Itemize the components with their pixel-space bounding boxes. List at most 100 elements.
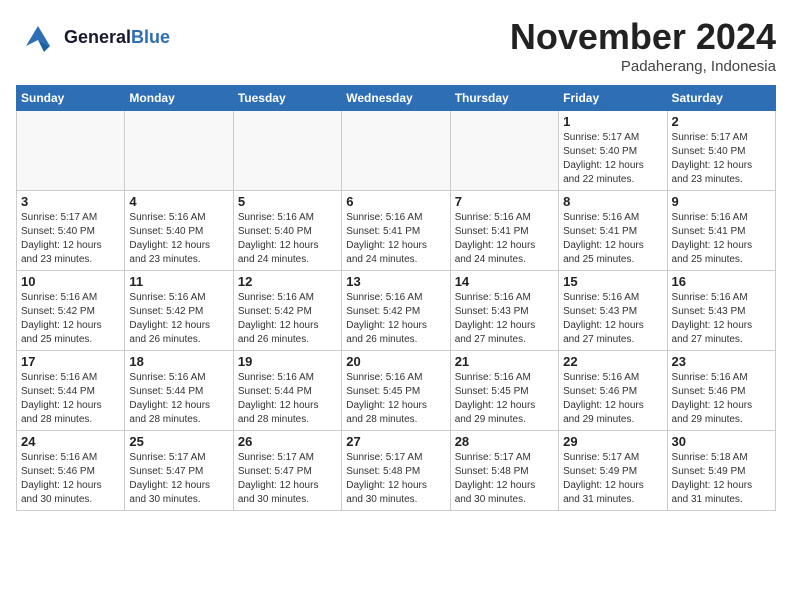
calendar-table: SundayMondayTuesdayWednesdayThursdayFrid… (16, 85, 776, 511)
day-of-week-header: Tuesday (233, 86, 341, 111)
day-number: 30 (672, 434, 771, 449)
day-number: 2 (672, 114, 771, 129)
day-number: 6 (346, 194, 445, 209)
calendar-cell: 7 Sunrise: 5:16 AM Sunset: 5:41 PM Daylig… (450, 191, 558, 271)
calendar-cell: 12 Sunrise: 5:16 AM Sunset: 5:42 PM Dayli… (233, 271, 341, 351)
calendar-cell: 15 Sunrise: 5:16 AM Sunset: 5:43 PM Dayli… (559, 271, 667, 351)
day-number: 1 (563, 114, 662, 129)
day-info: Sunrise: 5:16 AM Sunset: 5:44 PM Dayligh… (129, 371, 228, 427)
day-number: 29 (563, 434, 662, 449)
day-info: Sunrise: 5:17 AM Sunset: 5:47 PM Dayligh… (238, 451, 337, 507)
day-number: 10 (21, 274, 120, 289)
day-info: Sunrise: 5:16 AM Sunset: 5:45 PM Dayligh… (346, 371, 445, 427)
calendar-cell (233, 111, 341, 191)
logo: GeneralBlue (16, 16, 170, 60)
month-title: November 2024 (510, 16, 776, 58)
calendar-cell: 18 Sunrise: 5:16 AM Sunset: 5:44 PM Dayli… (125, 351, 233, 431)
day-number: 17 (21, 354, 120, 369)
day-number: 19 (238, 354, 337, 369)
day-info: Sunrise: 5:16 AM Sunset: 5:43 PM Dayligh… (563, 291, 662, 347)
day-info: Sunrise: 5:16 AM Sunset: 5:44 PM Dayligh… (21, 371, 120, 427)
day-info: Sunrise: 5:16 AM Sunset: 5:43 PM Dayligh… (455, 291, 554, 347)
day-number: 13 (346, 274, 445, 289)
calendar-cell: 2 Sunrise: 5:17 AM Sunset: 5:40 PM Daylig… (667, 111, 775, 191)
calendar-cell: 25 Sunrise: 5:17 AM Sunset: 5:47 PM Dayli… (125, 431, 233, 511)
day-number: 20 (346, 354, 445, 369)
calendar-cell: 10 Sunrise: 5:16 AM Sunset: 5:42 PM Dayli… (17, 271, 125, 351)
day-info: Sunrise: 5:17 AM Sunset: 5:48 PM Dayligh… (455, 451, 554, 507)
day-number: 14 (455, 274, 554, 289)
day-info: Sunrise: 5:16 AM Sunset: 5:45 PM Dayligh… (455, 371, 554, 427)
calendar-week-row: 1 Sunrise: 5:17 AM Sunset: 5:40 PM Daylig… (17, 111, 776, 191)
calendar-cell: 27 Sunrise: 5:17 AM Sunset: 5:48 PM Dayli… (342, 431, 450, 511)
logo-blue-text: Blue (131, 27, 170, 47)
day-info: Sunrise: 5:16 AM Sunset: 5:41 PM Dayligh… (672, 211, 771, 267)
logo-general: General (64, 27, 131, 47)
day-of-week-header: Sunday (17, 86, 125, 111)
location: Padaherang, Indonesia (510, 58, 776, 75)
calendar-cell: 14 Sunrise: 5:16 AM Sunset: 5:43 PM Dayli… (450, 271, 558, 351)
day-info: Sunrise: 5:17 AM Sunset: 5:40 PM Dayligh… (672, 131, 771, 187)
day-number: 25 (129, 434, 228, 449)
day-info: Sunrise: 5:17 AM Sunset: 5:49 PM Dayligh… (563, 451, 662, 507)
calendar-week-row: 10 Sunrise: 5:16 AM Sunset: 5:42 PM Dayli… (17, 271, 776, 351)
day-info: Sunrise: 5:16 AM Sunset: 5:42 PM Dayligh… (238, 291, 337, 347)
day-of-week-header: Monday (125, 86, 233, 111)
logo-icon (16, 16, 60, 60)
calendar-cell: 6 Sunrise: 5:16 AM Sunset: 5:41 PM Daylig… (342, 191, 450, 271)
day-of-week-header: Friday (559, 86, 667, 111)
calendar-cell: 16Sunrise: 5:16 AM Sunset: 5:43 PM Dayli… (667, 271, 775, 351)
calendar-week-row: 24 Sunrise: 5:16 AM Sunset: 5:46 PM Dayli… (17, 431, 776, 511)
calendar-cell: 5 Sunrise: 5:16 AM Sunset: 5:40 PM Daylig… (233, 191, 341, 271)
calendar-cell (342, 111, 450, 191)
calendar-cell: 24 Sunrise: 5:16 AM Sunset: 5:46 PM Dayli… (17, 431, 125, 511)
day-info: Sunrise: 5:17 AM Sunset: 5:40 PM Dayligh… (563, 131, 662, 187)
day-info: Sunrise: 5:16 AM Sunset: 5:40 PM Dayligh… (238, 211, 337, 267)
day-number: 24 (21, 434, 120, 449)
day-number: 18 (129, 354, 228, 369)
day-number: 21 (455, 354, 554, 369)
calendar-cell (450, 111, 558, 191)
day-number: 22 (563, 354, 662, 369)
day-info: Sunrise: 5:16 AM Sunset: 5:41 PM Dayligh… (455, 211, 554, 267)
day-of-week-header: Thursday (450, 86, 558, 111)
calendar-cell: 1 Sunrise: 5:17 AM Sunset: 5:40 PM Daylig… (559, 111, 667, 191)
day-of-week-header: Saturday (667, 86, 775, 111)
calendar-cell: 21 Sunrise: 5:16 AM Sunset: 5:45 PM Dayli… (450, 351, 558, 431)
day-info: Sunrise: 5:18 AM Sunset: 5:49 PM Dayligh… (672, 451, 771, 507)
day-info: Sunrise: 5:16 AM Sunset: 5:41 PM Dayligh… (346, 211, 445, 267)
day-info: Sunrise: 5:16 AM Sunset: 5:42 PM Dayligh… (129, 291, 228, 347)
day-number: 23 (672, 354, 771, 369)
day-info: Sunrise: 5:16 AM Sunset: 5:42 PM Dayligh… (21, 291, 120, 347)
calendar-cell (17, 111, 125, 191)
day-number: 9 (672, 194, 771, 209)
calendar-cell: 13 Sunrise: 5:16 AM Sunset: 5:42 PM Dayli… (342, 271, 450, 351)
calendar-cell: 19 Sunrise: 5:16 AM Sunset: 5:44 PM Dayli… (233, 351, 341, 431)
day-info: Sunrise: 5:16 AM Sunset: 5:42 PM Dayligh… (346, 291, 445, 347)
day-info: Sunrise: 5:17 AM Sunset: 5:47 PM Dayligh… (129, 451, 228, 507)
calendar-cell: 8Sunrise: 5:16 AM Sunset: 5:41 PM Daylig… (559, 191, 667, 271)
calendar-cell: 23 Sunrise: 5:16 AM Sunset: 5:46 PM Dayli… (667, 351, 775, 431)
day-number: 15 (563, 274, 662, 289)
day-info: Sunrise: 5:16 AM Sunset: 5:46 PM Dayligh… (672, 371, 771, 427)
calendar-cell: 20 Sunrise: 5:16 AM Sunset: 5:45 PM Dayli… (342, 351, 450, 431)
day-info: Sunrise: 5:16 AM Sunset: 5:44 PM Dayligh… (238, 371, 337, 427)
day-number: 7 (455, 194, 554, 209)
calendar-cell: 22 Sunrise: 5:16 AM Sunset: 5:46 PM Dayli… (559, 351, 667, 431)
day-number: 26 (238, 434, 337, 449)
day-info: Sunrise: 5:16 AM Sunset: 5:43 PM Dayligh… (672, 291, 771, 347)
calendar-cell: 9 Sunrise: 5:16 AM Sunset: 5:41 PM Daylig… (667, 191, 775, 271)
calendar-week-row: 3Sunrise: 5:17 AM Sunset: 5:40 PM Daylig… (17, 191, 776, 271)
day-info: Sunrise: 5:16 AM Sunset: 5:46 PM Dayligh… (21, 451, 120, 507)
day-info: Sunrise: 5:17 AM Sunset: 5:40 PM Dayligh… (21, 211, 120, 267)
day-info: Sunrise: 5:16 AM Sunset: 5:46 PM Dayligh… (563, 371, 662, 427)
day-number: 12 (238, 274, 337, 289)
calendar-cell: 26 Sunrise: 5:17 AM Sunset: 5:47 PM Dayli… (233, 431, 341, 511)
day-number: 5 (238, 194, 337, 209)
day-info: Sunrise: 5:17 AM Sunset: 5:48 PM Dayligh… (346, 451, 445, 507)
day-number: 27 (346, 434, 445, 449)
calendar-cell: 30 Sunrise: 5:18 AM Sunset: 5:49 PM Dayli… (667, 431, 775, 511)
calendar-header-row: SundayMondayTuesdayWednesdayThursdayFrid… (17, 86, 776, 111)
day-number: 4 (129, 194, 228, 209)
calendar-cell: 29 Sunrise: 5:17 AM Sunset: 5:49 PM Dayli… (559, 431, 667, 511)
